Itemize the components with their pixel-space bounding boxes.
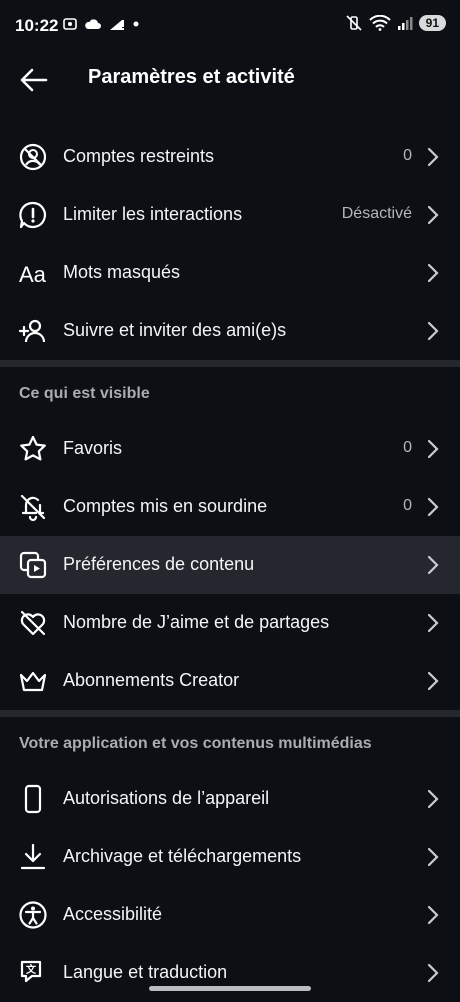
chevron-right-icon <box>427 321 439 341</box>
chevron-right-icon <box>427 147 439 167</box>
translate-icon: 文 <box>20 960 42 983</box>
menu-item-label: Accessibilité <box>63 904 163 924</box>
menu-item-value: Désactivé <box>341 205 412 222</box>
section-divider <box>0 710 460 717</box>
chevron-right-icon <box>427 963 439 983</box>
section-divider <box>0 360 460 367</box>
back-arrow-icon[interactable] <box>18 64 50 96</box>
menu-item-value: 0 <box>403 147 412 164</box>
page-title: Paramètres et activité <box>88 66 295 88</box>
menu-item-label: Suivre et inviter des ami(e)s <box>63 320 287 340</box>
menu-item-muted-accounts[interactable]: Comptes mis en sourdine 0 <box>0 478 460 536</box>
restricted-icon <box>19 143 47 171</box>
chevron-right-icon <box>427 205 439 225</box>
menu-item-follow-invite[interactable]: Suivre et inviter des ami(e)s <box>0 302 460 360</box>
cloud-icon <box>85 19 101 29</box>
chevron-right-icon <box>427 671 439 691</box>
heart-off-icon <box>20 610 46 636</box>
gesture-bar[interactable] <box>149 986 311 991</box>
star-icon <box>20 435 46 461</box>
add-person-icon <box>18 319 46 343</box>
crown-icon <box>19 671 47 692</box>
dot-icon <box>133 21 139 27</box>
menu-item-device-permissions[interactable]: Autorisations de l’appareil <box>0 770 460 828</box>
system-icons: 91 <box>345 15 446 31</box>
text-aa-icon: Aa <box>19 262 47 287</box>
svg-text:文: 文 <box>26 963 37 976</box>
status-time: 10:22 <box>15 16 59 35</box>
menu-item-language[interactable]: 文 Langue et traduction <box>0 944 460 1002</box>
section-header-visible: Ce qui est visible <box>19 385 150 402</box>
section-header-app: Votre application et vos contenus multim… <box>19 735 372 752</box>
menu-item-hidden-words[interactable]: Aa Mots masqués <box>0 244 460 302</box>
notification-icons <box>62 16 140 32</box>
menu-item-favorites[interactable]: Favoris 0 <box>0 420 460 478</box>
menu-item-accessibility[interactable]: Accessibilité <box>0 886 460 944</box>
menu-item-value: 0 <box>403 439 412 456</box>
menu-item-content-preferences[interactable]: Préférences de contenu <box>0 536 460 594</box>
chevron-right-icon <box>427 847 439 867</box>
chevron-right-icon <box>427 905 439 925</box>
signal-warning-icon <box>110 20 124 30</box>
phone-icon <box>24 784 42 814</box>
wifi-icon <box>368 15 391 31</box>
header: Paramètres et activité <box>0 52 460 108</box>
battery-indicator: 91 <box>418 15 446 31</box>
chevron-right-icon <box>427 555 439 575</box>
accessibility-icon <box>19 901 47 929</box>
menu-item-limit-interactions[interactable]: Limiter les interactions Désactivé <box>0 186 460 244</box>
menu-item-archive-downloads[interactable]: Archivage et téléchargements <box>0 828 460 886</box>
menu-item-label: Autorisations de l’appareil <box>63 788 270 808</box>
menu-item-label: Archivage et téléchargements <box>63 846 302 866</box>
status-bar: 10:22 91 <box>0 0 460 52</box>
screenshot-icon <box>63 18 77 30</box>
menu-item-label: Mots masqués <box>63 262 181 282</box>
menu-item-likes-shares[interactable]: Nombre de J’aime et de partages <box>0 594 460 652</box>
chevron-right-icon <box>427 439 439 459</box>
menu-item-label: Langue et traduction <box>63 962 228 982</box>
menu-item-label: Comptes restreints <box>63 146 215 166</box>
menu-item-value: 0 <box>403 497 412 514</box>
chevron-right-icon <box>427 263 439 283</box>
menu-item-label: Favoris <box>63 438 123 458</box>
chevron-right-icon <box>427 789 439 809</box>
chevron-right-icon <box>427 497 439 517</box>
vibrate-mute-icon <box>346 15 362 31</box>
menu-item-label: Comptes mis en sourdine <box>63 496 268 516</box>
content-icon <box>19 551 47 579</box>
menu-item-label: Préférences de contenu <box>63 554 255 574</box>
limit-icon <box>19 201 47 229</box>
menu-item-label: Abonnements Creator <box>63 670 240 690</box>
menu-item-label: Nombre de J’aime et de partages <box>63 612 330 632</box>
cell-signal-icon <box>397 17 413 30</box>
mute-bell-icon <box>20 494 46 522</box>
menu-item-label: Limiter les interactions <box>63 204 243 224</box>
menu-item-restricted[interactable]: Comptes restreints 0 <box>0 128 460 186</box>
chevron-right-icon <box>427 613 439 633</box>
svg-text:Aa: Aa <box>19 262 47 287</box>
download-icon <box>20 843 46 870</box>
menu-item-creator-subscriptions[interactable]: Abonnements Creator <box>0 652 460 710</box>
